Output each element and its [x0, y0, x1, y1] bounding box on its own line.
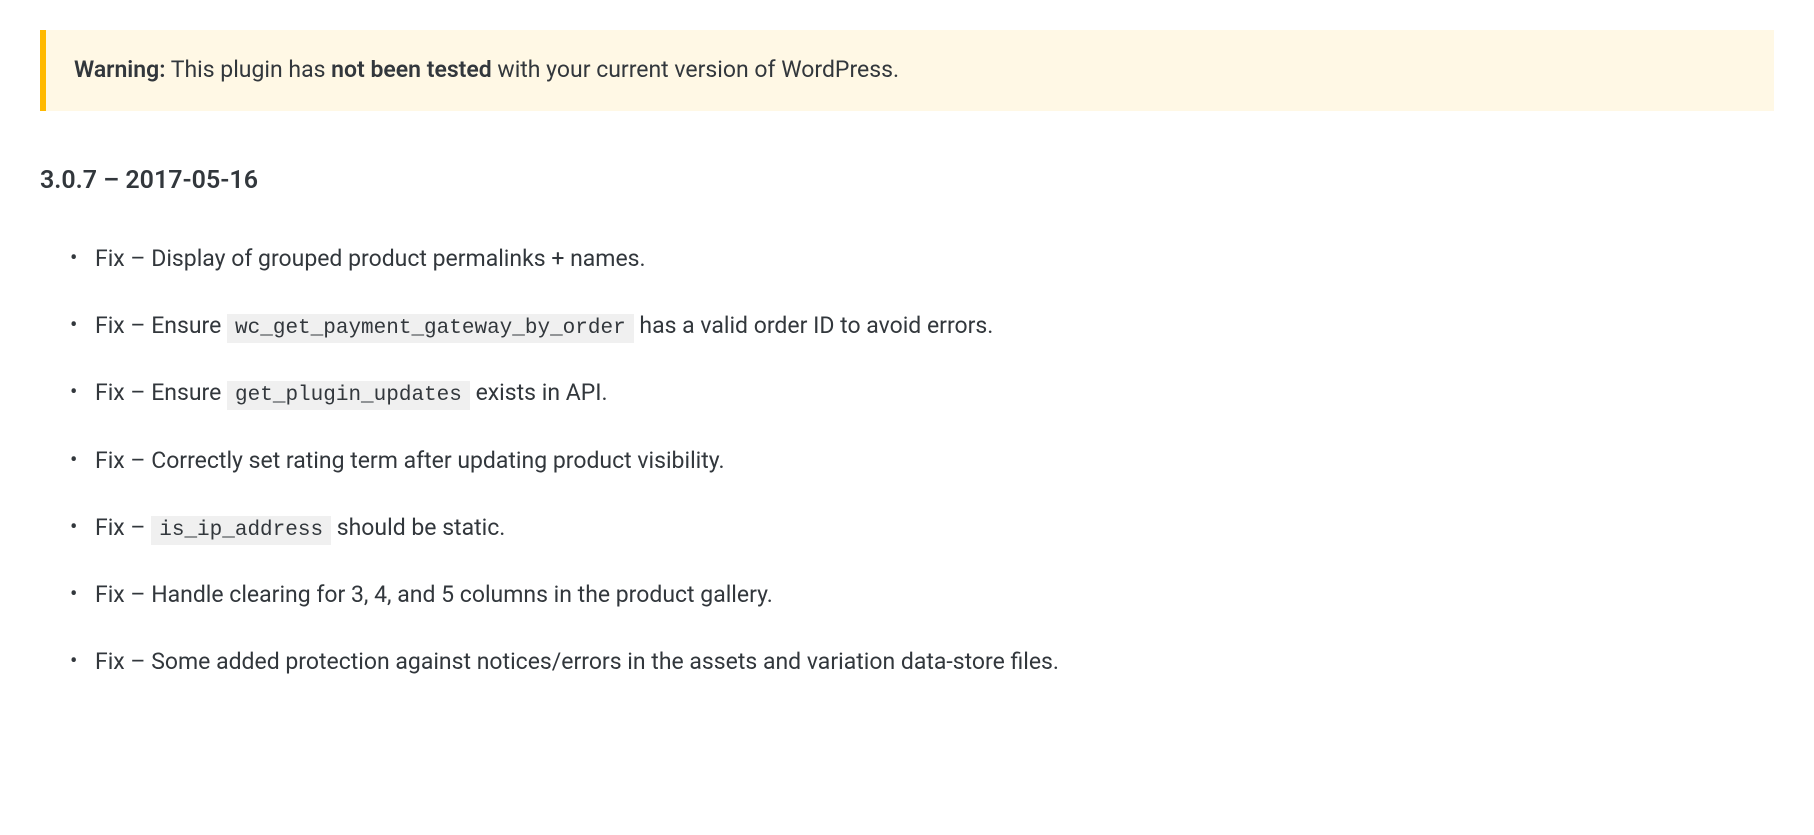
changelog-item: Fix – Ensure wc_get_payment_gateway_by_o…	[95, 308, 1774, 346]
changelog-text: Fix –	[95, 514, 151, 541]
changelog-text: Fix – Correctly set rating term after up…	[95, 447, 725, 474]
changelog-item: Fix – Some added protection against noti…	[95, 644, 1774, 681]
changelog-text: Fix – Some added protection against noti…	[95, 648, 1059, 675]
changelog-text: should be static.	[331, 514, 505, 541]
changelog-list: Fix – Display of grouped product permali…	[40, 241, 1774, 681]
warning-after: with your current version of WordPress.	[492, 56, 899, 83]
version-heading: 3.0.7 – 2017-05-16	[40, 161, 1774, 201]
changelog-item: Fix – Handle clearing for 3, 4, and 5 co…	[95, 577, 1774, 614]
changelog-item: Fix – Ensure get_plugin_updates exists i…	[95, 375, 1774, 413]
changelog-item: Fix – is_ip_address should be static.	[95, 510, 1774, 548]
code-snippet: wc_get_payment_gateway_by_order	[227, 314, 634, 343]
changelog-text: Fix – Ensure	[95, 312, 227, 339]
warning-prefix: Warning:	[74, 56, 165, 83]
warning-before: This plugin has	[165, 56, 331, 83]
changelog-item: Fix – Correctly set rating term after up…	[95, 443, 1774, 480]
warning-bold: not been tested	[331, 56, 492, 83]
changelog-item: Fix – Display of grouped product permali…	[95, 241, 1774, 278]
code-snippet: is_ip_address	[151, 516, 331, 545]
changelog-text: has a valid order ID to avoid errors.	[634, 312, 994, 339]
code-snippet: get_plugin_updates	[227, 381, 470, 410]
warning-text: Warning: This plugin has not been tested…	[74, 56, 899, 83]
changelog-text: Fix – Display of grouped product permali…	[95, 245, 646, 272]
changelog-text: Fix – Handle clearing for 3, 4, and 5 co…	[95, 581, 773, 608]
warning-notice: Warning: This plugin has not been tested…	[40, 30, 1774, 111]
changelog-text: exists in API.	[470, 379, 608, 406]
changelog-text: Fix – Ensure	[95, 379, 227, 406]
